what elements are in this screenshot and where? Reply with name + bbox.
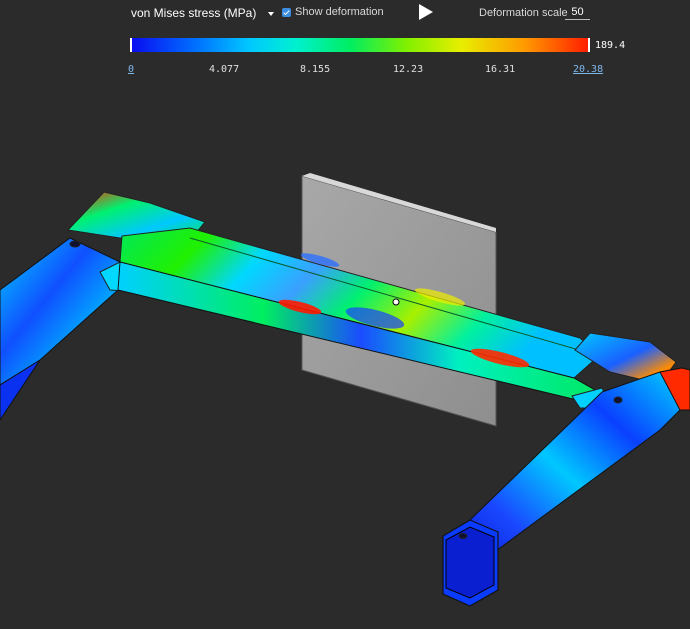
legend-max-value: 189.4 [595, 40, 626, 51]
show-deformation-label: Show deformation [295, 6, 384, 18]
legend-max-link[interactable]: 20.38 [573, 64, 603, 75]
simulation-viewer: von Mises stress (MPa) Show deformation … [0, 0, 690, 629]
legend-tick-label: 8.155 [300, 64, 331, 75]
caret-down-icon [268, 11, 275, 16]
legend-start-marker [130, 38, 132, 52]
legend-color-bar [130, 38, 590, 52]
deformation-scale-label: Deformation scale [479, 7, 568, 19]
show-deformation-toggle[interactable]: Show deformation [282, 6, 384, 18]
legend-min-link[interactable]: 0 [128, 64, 134, 75]
result-type-dropdown[interactable]: von Mises stress (MPa) [131, 6, 275, 20]
legend-tick-label: 12.23 [393, 64, 424, 75]
frame-model [0, 173, 690, 607]
deformation-scale-input[interactable] [565, 4, 590, 20]
legend-tick-label: 16.31 [485, 64, 516, 75]
3d-viewport[interactable] [0, 90, 690, 629]
legend-max-marker [588, 38, 590, 52]
results-toolbar: von Mises stress (MPa) Show deformation … [0, 0, 690, 32]
checkbox-checked-icon[interactable] [282, 7, 291, 17]
result-type-label: von Mises stress (MPa) [131, 6, 257, 20]
play-icon[interactable] [418, 3, 434, 21]
legend-tick-label: 4.077 [209, 64, 240, 75]
